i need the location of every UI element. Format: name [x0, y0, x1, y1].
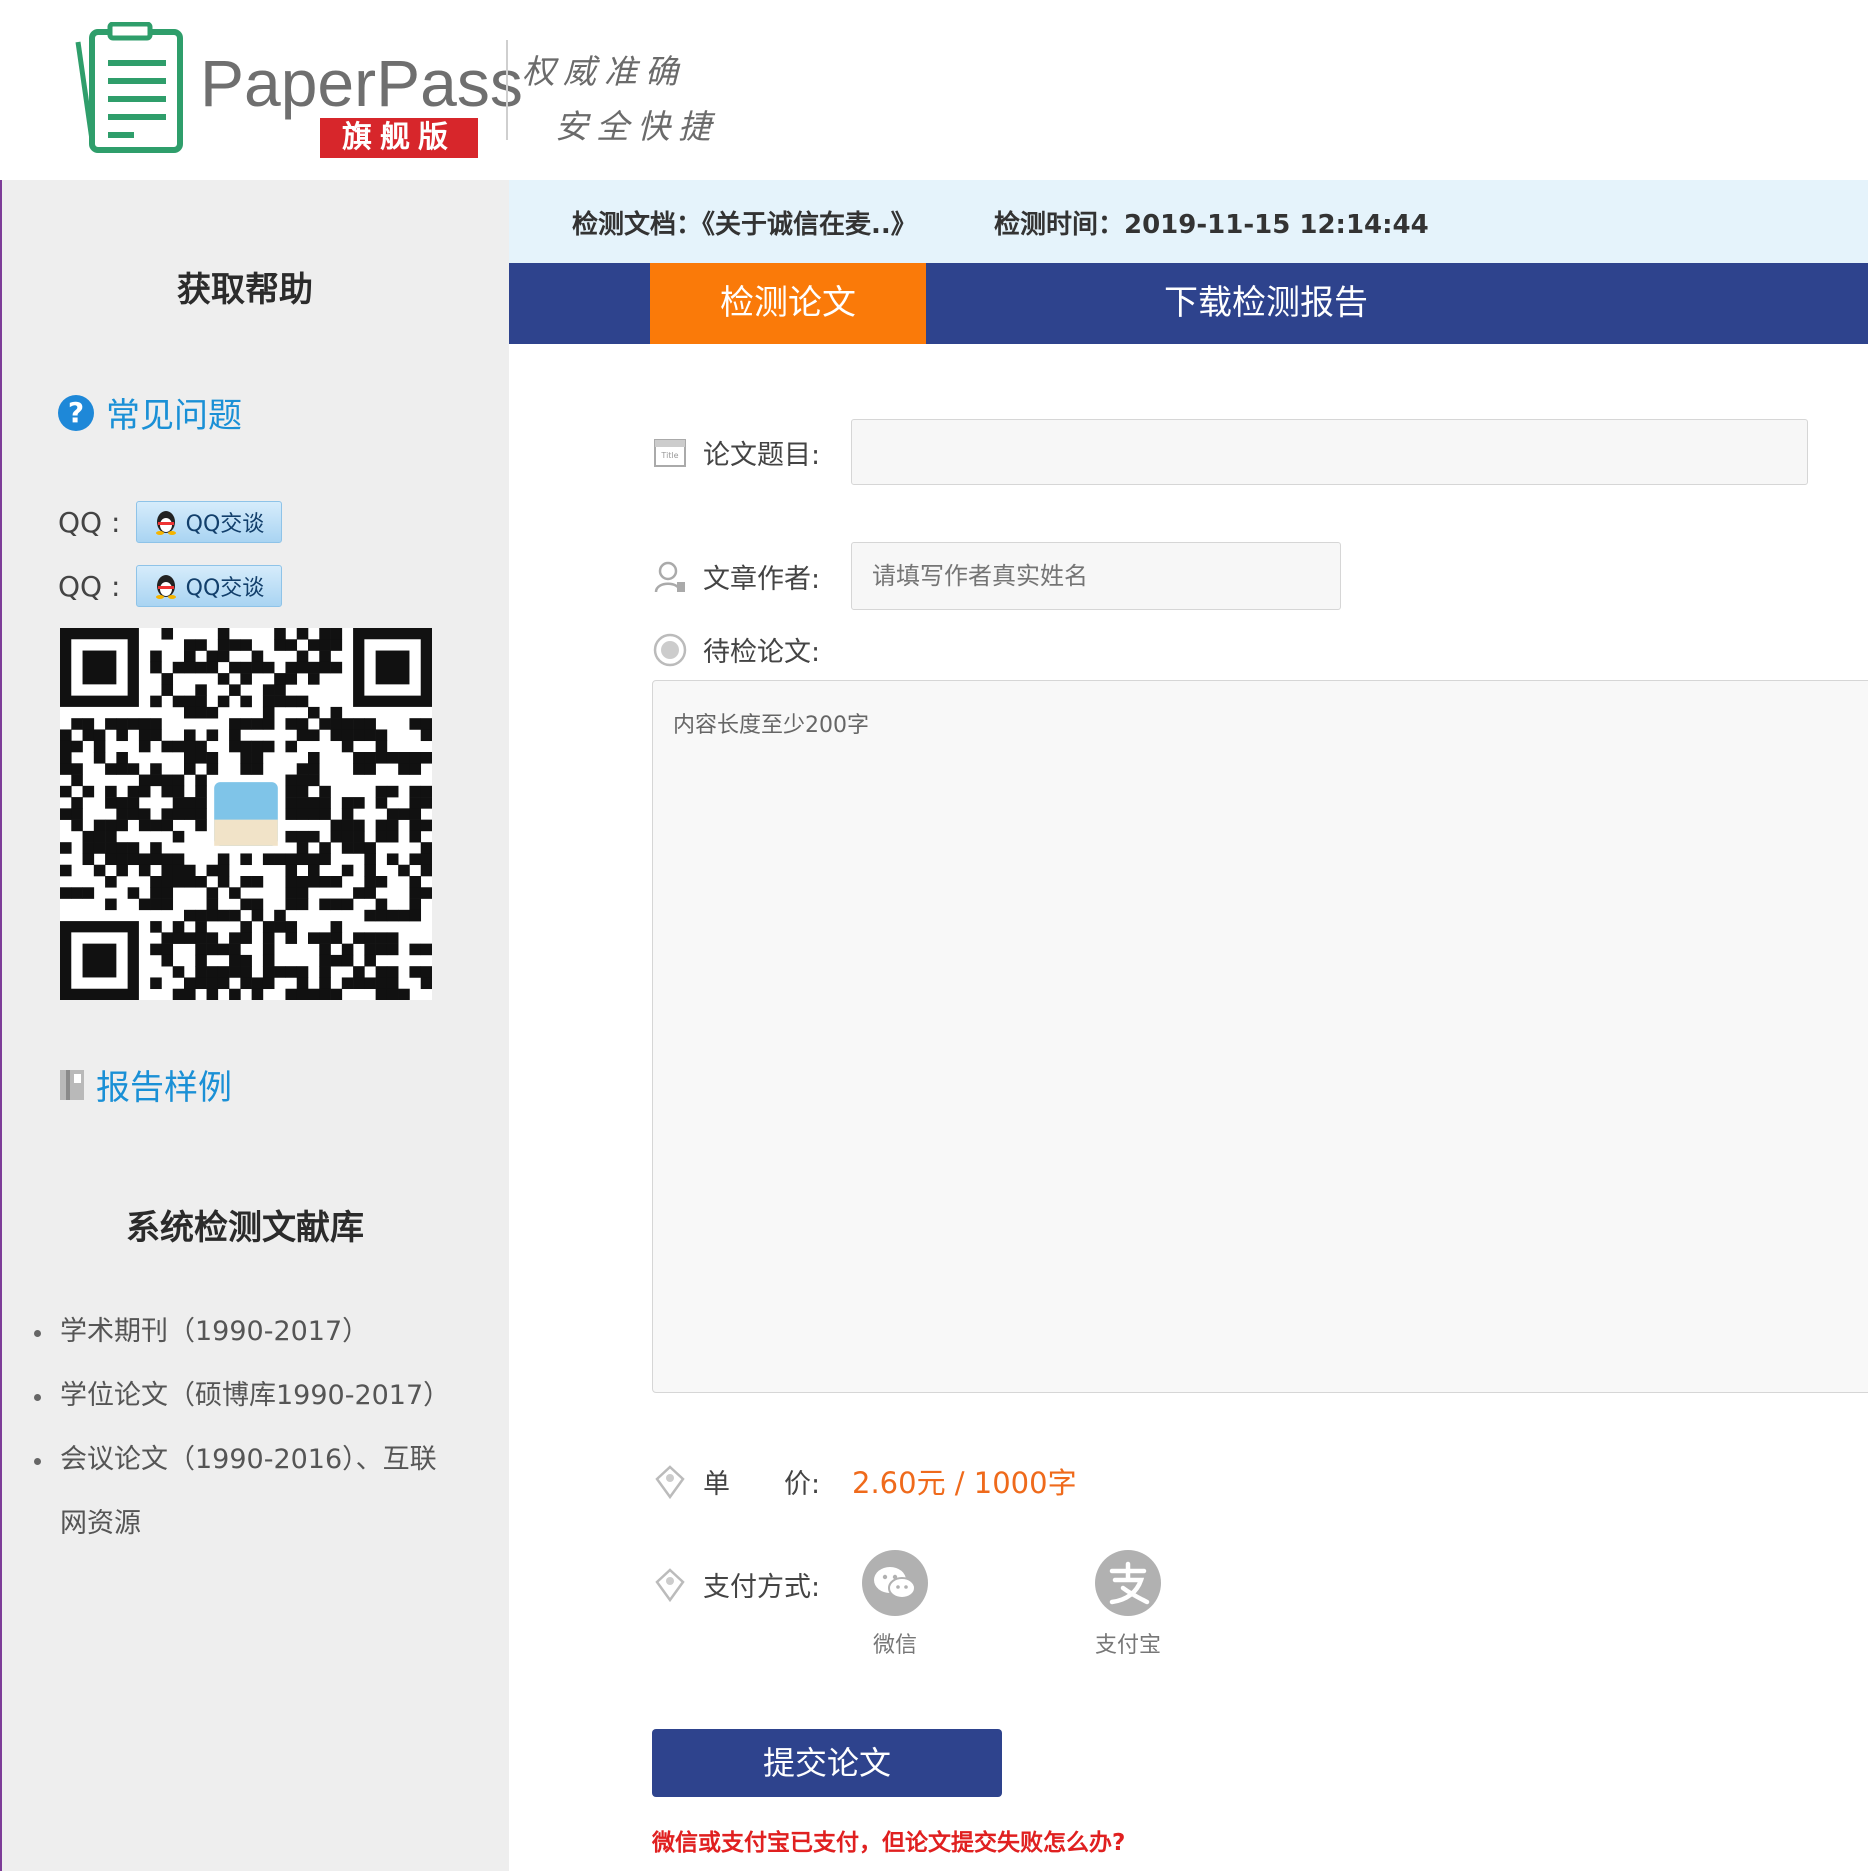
content-label: 待检论文: — [703, 637, 821, 668]
tab-download-report[interactable]: 下载检测报告 — [926, 263, 1606, 344]
library-list: 学术期刊（1990-2017） 学位论文（硕博库1990-2017） 会议论文（… — [32, 1300, 452, 1556]
qq-chat-label: QQ交谈 — [185, 576, 265, 601]
library-title: 系统检测文献库 — [126, 1208, 364, 1248]
report-sample-link[interactable]: 报告样例 — [58, 1060, 232, 1109]
paper-content-textarea[interactable]: 内容长度至少200字 — [652, 680, 1868, 1393]
content-label-row: 待检论文: — [653, 630, 820, 669]
price-label: 单 价: — [703, 1469, 821, 1500]
logo-wordmark: PaperPass — [200, 46, 523, 120]
title-label-row: Title 论文题目: — [653, 433, 820, 472]
report-sample-label: 报告样例 — [96, 1068, 232, 1108]
qq-label: QQ : — [58, 505, 121, 539]
qq-label: QQ : — [58, 569, 121, 603]
price-value: 2.60元 / 1000字 — [852, 1466, 1077, 1500]
author-input[interactable] — [851, 542, 1341, 610]
pay-label-row: 支付方式: — [653, 1565, 820, 1604]
title-field-icon: Title — [654, 438, 686, 467]
title-label: 论文题目: — [703, 440, 821, 471]
list-item: 会议论文（1990-2016）、互联网资源 — [32, 1428, 452, 1556]
slogan-line2: 安全快捷 — [555, 107, 719, 146]
report-book-icon — [60, 1069, 84, 1100]
pay-tag-icon — [655, 1567, 685, 1602]
help-title: 获取帮助 — [177, 270, 313, 310]
check-document: 检测文档：《关于诚信在麦..》 — [572, 210, 917, 240]
wechat-label[interactable]: 微信 — [845, 1627, 945, 1659]
alipay-icon — [1109, 1561, 1150, 1605]
header: PaperPass 旗舰版 权威准确 安全快捷 — [0, 0, 1868, 180]
qq-chat-button[interactable]: QQ交谈 — [136, 565, 282, 607]
title-input[interactable] — [851, 419, 1808, 485]
alipay-label[interactable]: 支付宝 — [1078, 1627, 1178, 1659]
edition-badge: 旗舰版 — [320, 118, 478, 158]
question-icon: ? — [58, 394, 94, 431]
wechat-qr-code — [60, 628, 432, 1000]
author-label-row: 文章作者: — [653, 557, 820, 596]
submit-paper-button[interactable]: 提交论文 — [652, 1729, 1002, 1797]
qq-chat-button[interactable]: QQ交谈 — [136, 501, 282, 543]
payment-failed-help-link[interactable]: 微信或支付宝已支付，但论文提交失败怎么办? — [652, 1823, 1125, 1857]
pay-label: 支付方式: — [703, 1572, 821, 1603]
paper-check-icon — [653, 633, 687, 666]
faq-link[interactable]: ? 常见问题 — [58, 388, 242, 437]
alipay-option[interactable] — [1095, 1550, 1161, 1616]
logo-document-icon — [75, 22, 183, 153]
qq-row-1: QQ : QQ交谈 — [58, 501, 282, 543]
qq-penguin-icon — [155, 511, 176, 535]
user-icon — [654, 561, 685, 592]
list-item: 学位论文（硕博库1990-2017） — [32, 1364, 452, 1428]
price-tag-icon — [655, 1464, 685, 1499]
list-item: 学术期刊（1990-2017） — [32, 1300, 452, 1364]
qq-penguin-icon — [155, 575, 176, 599]
author-label: 文章作者: — [703, 564, 821, 595]
header-divider — [506, 40, 508, 140]
tab-check-paper[interactable]: 检测论文 — [650, 263, 926, 344]
price-label-row: 单 价: — [653, 1462, 820, 1501]
faq-label: 常见问题 — [106, 396, 242, 436]
check-time: 检测时间：2019-11-15 12:14:44 — [994, 210, 1429, 240]
svg-text:Title: Title — [660, 451, 678, 460]
wechat-icon — [874, 1567, 916, 1599]
qq-chat-label: QQ交谈 — [185, 512, 265, 537]
slogan-line1: 权威准确 — [522, 52, 686, 91]
wechat-pay-option[interactable] — [862, 1550, 928, 1616]
qq-row-2: QQ : QQ交谈 — [58, 565, 282, 607]
